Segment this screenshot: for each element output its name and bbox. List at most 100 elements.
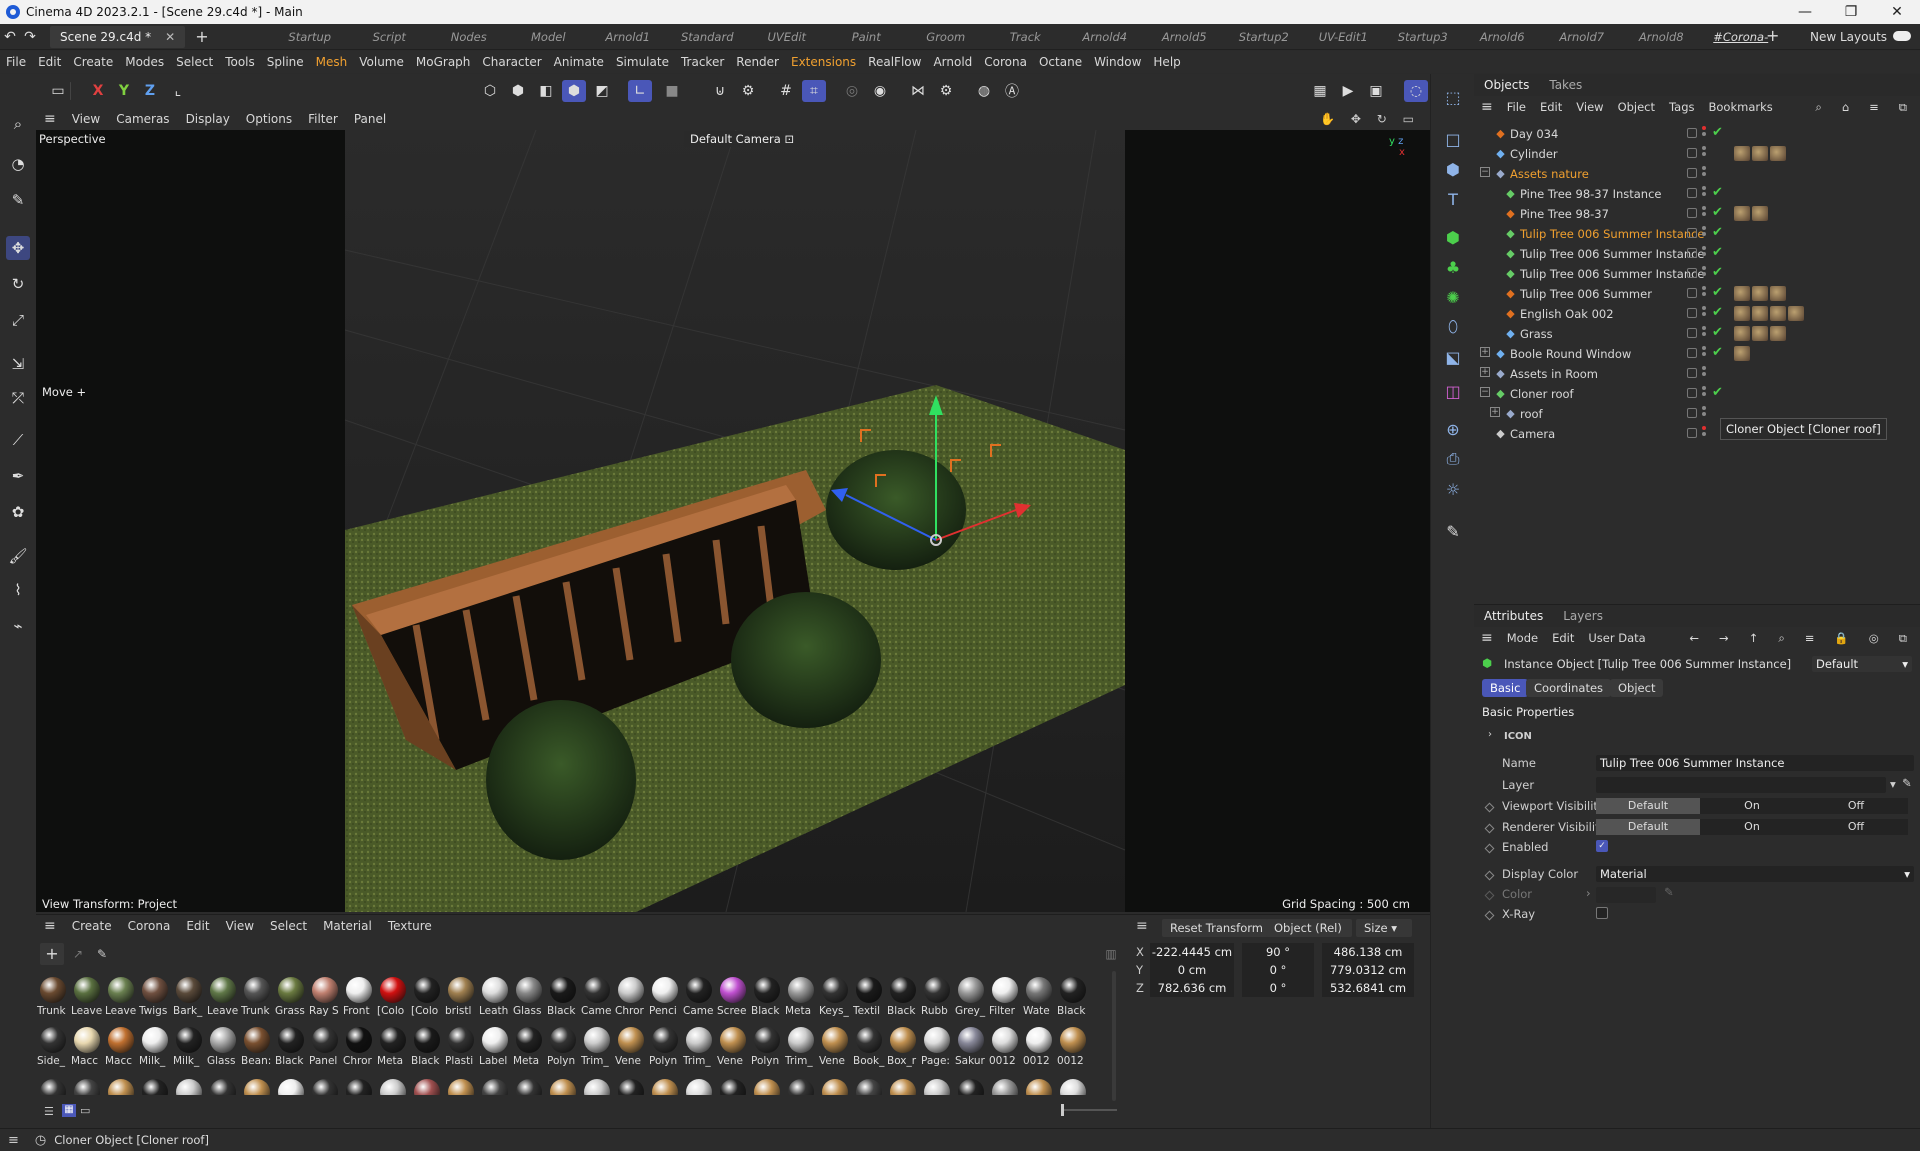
position-y-field[interactable]: 0 cm bbox=[1150, 961, 1234, 979]
snap-magnet-icon[interactable]: ⊍ bbox=[708, 80, 732, 102]
material-swatch[interactable]: Chror bbox=[342, 1025, 376, 1069]
redo-icon[interactable]: ↷ bbox=[20, 29, 40, 45]
object-name[interactable]: Cloner roof bbox=[1510, 387, 1574, 401]
viewport-name[interactable]: Perspective bbox=[36, 131, 109, 147]
viewport-menu-view[interactable]: View bbox=[64, 112, 108, 126]
objects-menu-bookmarks[interactable]: Bookmarks bbox=[1702, 100, 1780, 114]
material-swatch[interactable]: Black bbox=[1056, 975, 1090, 1019]
objects-menu-file[interactable]: File bbox=[1500, 100, 1533, 114]
material-swatch[interactable]: Glass bbox=[206, 1025, 240, 1069]
create-cloner-icon[interactable]: ♣ bbox=[1440, 254, 1466, 280]
object-row[interactable]: ◆ Cylinder bbox=[1474, 144, 1920, 164]
solo-mode-icon[interactable]: ■ bbox=[660, 80, 684, 102]
visibility-dots[interactable] bbox=[1702, 306, 1707, 322]
enabled-check-icon[interactable]: ✔ bbox=[1712, 325, 1723, 340]
material-swatch[interactable]: Grass bbox=[274, 975, 308, 1019]
material-swatch[interactable] bbox=[512, 1077, 546, 1095]
object-row[interactable]: ◆ Tulip Tree 006 Summer ✔ bbox=[1474, 284, 1920, 304]
visibility-dots[interactable] bbox=[1702, 226, 1707, 242]
rotation-x-field[interactable]: 90 ° bbox=[1242, 943, 1314, 961]
material-tag-icon[interactable] bbox=[1734, 146, 1750, 161]
material-swatch[interactable] bbox=[818, 1077, 852, 1095]
layout-tab[interactable]: Startup2 bbox=[1224, 24, 1304, 50]
modeling-settings-icon[interactable]: ◉ bbox=[868, 80, 892, 102]
grid-snap-icon[interactable]: # bbox=[774, 80, 798, 102]
material-swatch[interactable]: Side_ bbox=[36, 1025, 70, 1069]
object-name[interactable]: Tulip Tree 006 Summer bbox=[1520, 287, 1652, 301]
object-row[interactable]: − ◆ Cloner roof ✔ bbox=[1474, 384, 1920, 404]
create-environment-icon[interactable]: ⊕ bbox=[1440, 416, 1466, 442]
material-swatch[interactable] bbox=[852, 1077, 886, 1095]
enabled-check-icon[interactable]: ✔ bbox=[1712, 285, 1723, 300]
mirror-icon[interactable]: ⋈ bbox=[906, 80, 930, 102]
visibility-dots[interactable] bbox=[1702, 326, 1707, 342]
menu-tools[interactable]: Tools bbox=[219, 55, 261, 69]
object-row[interactable]: ◆ Day 034 ✔ bbox=[1474, 124, 1920, 144]
symmetry-icon[interactable]: ◎ bbox=[840, 80, 864, 102]
add-layout-button[interactable]: + bbox=[1766, 26, 1779, 45]
material-tag-icon[interactable] bbox=[1752, 286, 1768, 301]
material-swatch[interactable]: Rubb bbox=[920, 975, 954, 1019]
objects-menu-view[interactable]: View bbox=[1569, 100, 1610, 114]
scale-tool-icon[interactable]: ⤢ bbox=[6, 308, 30, 332]
viewport-hamburger-icon[interactable]: ≡ bbox=[36, 111, 64, 127]
edit-visibility-icon[interactable] bbox=[1687, 188, 1697, 198]
list-view-icon[interactable]: ☰ bbox=[44, 1105, 54, 1118]
keyframe-diamond-icon[interactable] bbox=[1484, 910, 1495, 921]
material-swatch[interactable]: Milk_ bbox=[138, 1025, 172, 1069]
close-tab-icon[interactable]: ✕ bbox=[165, 30, 175, 44]
enabled-check-icon[interactable]: ✔ bbox=[1712, 245, 1723, 260]
layout-tab[interactable]: Nodes bbox=[429, 24, 509, 50]
material-swatch[interactable]: Wate bbox=[1022, 975, 1056, 1019]
material-swatch[interactable] bbox=[172, 1077, 206, 1095]
material-swatch[interactable] bbox=[716, 1077, 750, 1095]
edit-visibility-icon[interactable] bbox=[1687, 348, 1697, 358]
material-swatch[interactable]: 0012 bbox=[988, 1025, 1022, 1069]
viewport-camera-label[interactable]: Default Camera ⊡ bbox=[684, 131, 801, 147]
new-document-button[interactable]: + bbox=[195, 27, 208, 46]
live-selection-icon[interactable]: ✎ bbox=[6, 188, 30, 212]
tab-takes[interactable]: Takes bbox=[1539, 78, 1592, 92]
create-effector-icon[interactable]: ✺ bbox=[1440, 284, 1466, 310]
visibility-dots[interactable] bbox=[1702, 146, 1707, 162]
enabled-check-icon[interactable]: ✔ bbox=[1712, 125, 1723, 140]
eyedropper-icon[interactable]: ✎ bbox=[1664, 885, 1674, 899]
visibility-dots[interactable] bbox=[1702, 366, 1707, 382]
visibility-dots[interactable] bbox=[1702, 346, 1707, 362]
material-swatch[interactable]: Macc bbox=[104, 1025, 138, 1069]
object-name[interactable]: Pine Tree 98-37 Instance bbox=[1520, 187, 1662, 201]
object-row[interactable]: + ◆ Assets in Room bbox=[1474, 364, 1920, 384]
material-tag-icon[interactable] bbox=[1770, 146, 1786, 161]
uv-mode-icon[interactable]: ◩ bbox=[590, 80, 614, 102]
maximize-button[interactable]: ❐ bbox=[1828, 0, 1874, 24]
lock-icon[interactable]: 🔒 bbox=[1827, 631, 1855, 646]
material-tag-icon[interactable] bbox=[1752, 306, 1768, 321]
layout-tab[interactable]: Groom bbox=[906, 24, 986, 50]
name-field[interactable]: Tulip Tree 006 Summer Instance bbox=[1596, 755, 1914, 771]
edit-visibility-icon[interactable] bbox=[1687, 228, 1697, 238]
material-swatch[interactable]: bristl bbox=[444, 975, 478, 1019]
axis-mode-icon[interactable]: ∟ bbox=[628, 80, 652, 102]
size-mode-dropdown[interactable]: Size ▾ bbox=[1356, 919, 1412, 937]
renderer-visibility-on[interactable]: On bbox=[1700, 819, 1804, 835]
enabled-check-icon[interactable]: ✔ bbox=[1712, 345, 1723, 360]
spline-pen-icon[interactable]: ✒ bbox=[6, 464, 30, 488]
material-swatch[interactable]: Scree bbox=[716, 975, 750, 1019]
object-row[interactable]: ◆ Grass ✔ bbox=[1474, 324, 1920, 344]
selection-icon[interactable]: ◔ bbox=[6, 152, 30, 176]
material-swatch[interactable]: Trim_ bbox=[682, 1025, 716, 1069]
object-name[interactable]: Grass bbox=[1520, 327, 1553, 341]
visibility-dots[interactable] bbox=[1702, 206, 1707, 222]
material-swatch[interactable] bbox=[376, 1077, 410, 1095]
material-swatch[interactable] bbox=[546, 1077, 580, 1095]
material-swatch[interactable]: Meta bbox=[784, 975, 818, 1019]
attributes-menu-mode[interactable]: Mode bbox=[1500, 631, 1545, 645]
material-swatch[interactable]: Black bbox=[546, 975, 580, 1019]
edit-visibility-icon[interactable] bbox=[1687, 148, 1697, 158]
material-tag-icon[interactable] bbox=[1734, 206, 1750, 221]
spline-sketch-icon[interactable]: ⌁ bbox=[6, 614, 30, 638]
enabled-checkbox[interactable]: ✓ bbox=[1596, 840, 1608, 852]
enabled-check-icon[interactable]: ✔ bbox=[1712, 205, 1723, 220]
keyframe-diamond-icon[interactable] bbox=[1484, 870, 1495, 881]
material-swatch[interactable] bbox=[580, 1077, 614, 1095]
